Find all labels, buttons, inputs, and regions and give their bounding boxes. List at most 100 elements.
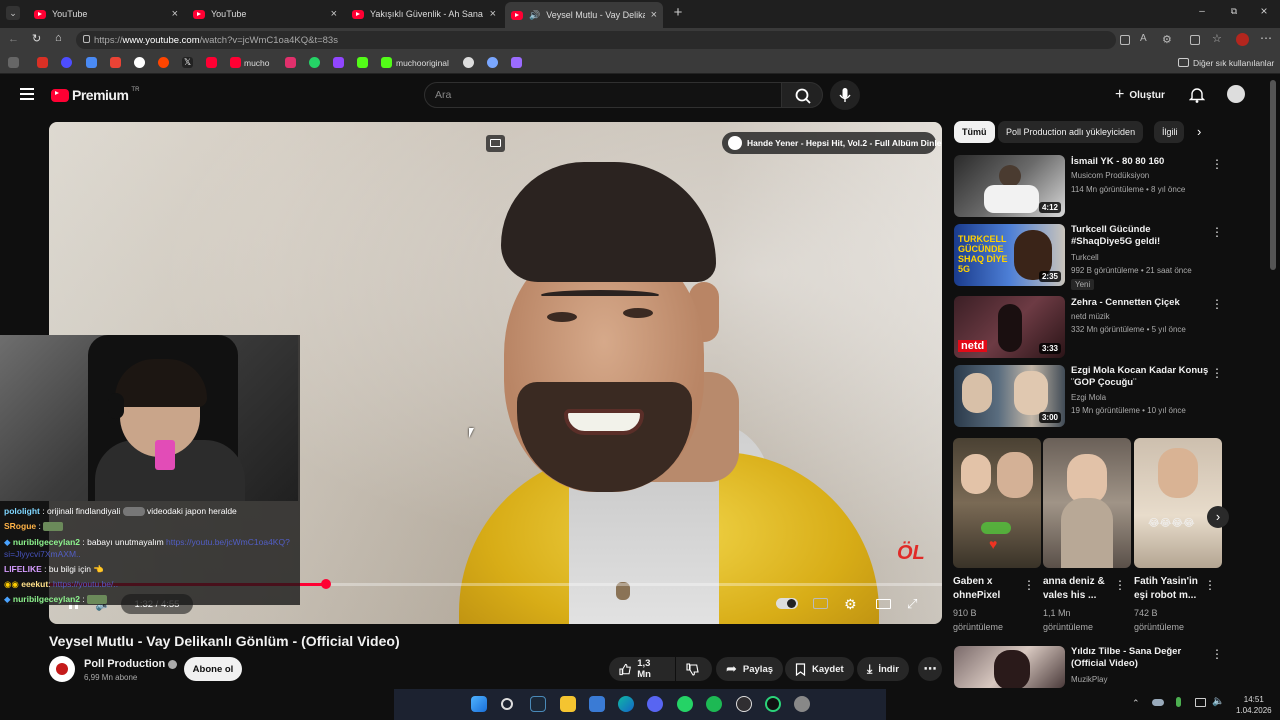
obs-icon[interactable] — [736, 696, 752, 712]
tab-veysel-mutlu[interactable]: 🔊 Veysel Mutlu - Vay Delikanlı G × — [505, 2, 663, 28]
notifications-bell-icon[interactable] — [1189, 86, 1205, 103]
more-actions-button[interactable]: ⋯ — [918, 657, 942, 681]
short-menu-icon[interactable]: ⋮ — [1114, 578, 1126, 592]
short-thumbnail[interactable] — [1043, 438, 1131, 568]
video-menu-icon[interactable]: ⋮ — [1211, 225, 1223, 239]
bookmark-app-icon[interactable] — [61, 57, 72, 68]
video-channel[interactable]: Ezgi Mola — [1071, 393, 1106, 402]
bookmark-translate-icon[interactable]: 𝕏 — [182, 57, 193, 68]
channel-avatar[interactable] — [49, 656, 75, 682]
video-menu-icon[interactable]: ⋮ — [1211, 647, 1223, 661]
address-bar[interactable]: https://www.youtube.com/watch?v=jcWmC1oa… — [76, 31, 1116, 49]
tab-yakisikli-guvenlik[interactable]: Yakışıklı Güvenlik - Ah Sana Vah Sa × — [346, 4, 502, 24]
bookmark-github-icon[interactable] — [463, 57, 474, 68]
tab-list-button[interactable]: ⌄ — [6, 6, 20, 20]
miniplayer-icon[interactable] — [486, 135, 505, 152]
bookmark-gmail-m-icon[interactable] — [110, 57, 121, 68]
chip-from-uploader[interactable]: Poll Production adlı yükleyiciden — [998, 121, 1144, 143]
short-title[interactable]: Gaben x ohnePixel — [953, 575, 1025, 603]
spotify-icon[interactable] — [706, 696, 722, 712]
share-button[interactable]: ➦ Paylaş — [716, 657, 784, 681]
short-thumbnail[interactable]: ♥ — [953, 438, 1041, 568]
save-button[interactable]: Kaydet — [785, 657, 854, 681]
bookmark-gmail-icon[interactable] — [37, 57, 48, 68]
video-channel[interactable]: Turkcell — [1071, 253, 1099, 262]
folder-icon[interactable] — [1178, 58, 1189, 67]
video-title[interactable]: Turkcell Gücünde #ShaqDiye5G geldi! — [1071, 224, 1211, 248]
video-title[interactable]: Yıldız Tilbe - Sana Değer (Official Vide… — [1071, 646, 1211, 670]
close-tab-icon[interactable]: × — [172, 8, 178, 20]
app-green-icon[interactable] — [765, 696, 781, 712]
video-menu-icon[interactable]: ⋮ — [1211, 297, 1223, 311]
subtitles-icon[interactable] — [812, 596, 830, 612]
search-button[interactable] — [781, 82, 823, 108]
search-input[interactable]: Ara — [424, 82, 782, 108]
bookmark-youtube-icon[interactable] — [206, 57, 217, 68]
bookmark-kick-icon[interactable] — [381, 57, 392, 68]
channel-name[interactable]: Poll Production — [84, 658, 178, 670]
video-channel[interactable]: netd müzik — [1071, 312, 1110, 321]
more-menu-icon[interactable]: ⋯ — [1260, 31, 1272, 45]
chat-link[interactable]: https://youtu.be/.. — [53, 579, 118, 589]
account-avatar[interactable] — [1227, 85, 1245, 103]
video-thumbnail[interactable]: netd 3:33 — [954, 296, 1065, 358]
chip-related[interactable]: İlgili — [1154, 121, 1184, 143]
close-window-button[interactable]: × — [1258, 4, 1270, 18]
bookmark-whatsapp-icon[interactable] — [309, 57, 320, 68]
reload-icon[interactable]: ↻ — [32, 32, 41, 45]
short-title[interactable]: Fatih Yasin'in eşi robot m... — [1134, 575, 1206, 603]
short-menu-icon[interactable]: ⋮ — [1204, 578, 1216, 592]
favorites-icon[interactable]: ☆ — [1212, 32, 1222, 45]
video-menu-icon[interactable]: ⋮ — [1211, 157, 1223, 171]
extensions-icon[interactable]: ⚙ — [1162, 33, 1172, 46]
theater-mode-icon[interactable] — [875, 596, 893, 612]
shorts-next-arrow[interactable]: › — [1207, 506, 1229, 528]
start-menu-icon[interactable] — [471, 696, 487, 712]
sidebar-toggle-icon[interactable] — [1190, 35, 1200, 45]
split-screen-icon[interactable] — [1120, 35, 1130, 45]
bookmark-chrome-icon[interactable] — [134, 57, 145, 68]
video-thumbnail[interactable]: 3:00 — [954, 365, 1065, 427]
tray-cloud-icon[interactable] — [1152, 699, 1164, 706]
speaker-icon[interactable]: 🔊 — [529, 10, 540, 21]
bookmark-app2-icon[interactable] — [357, 57, 368, 68]
fullscreen-icon[interactable]: ⤢ — [907, 596, 925, 612]
whatsapp-taskbar-icon[interactable] — [677, 696, 693, 712]
bookmark-reddit-icon[interactable] — [158, 57, 169, 68]
bookmark-reading-list-icon[interactable] — [8, 57, 19, 68]
bookmark-mucho-label[interactable]: mucho — [244, 58, 270, 68]
tray-display-icon[interactable] — [1195, 698, 1206, 707]
short-menu-icon[interactable]: ⋮ — [1023, 578, 1035, 592]
chips-next-arrow-icon[interactable]: › — [1197, 124, 1201, 139]
bookmark-muchooriginal-label[interactable]: muchooriginal — [396, 58, 449, 68]
video-thumbnail[interactable]: 4:12 — [954, 155, 1065, 217]
close-tab-icon[interactable]: × — [490, 8, 496, 20]
video-title[interactable]: Ezgi Mola Kocan Kadar Konuş ¨GOP Çocuğu¨ — [1071, 365, 1211, 389]
tab-youtube-1[interactable]: YouTube × — [28, 4, 184, 24]
close-tab-icon[interactable]: × — [651, 9, 657, 21]
steam-icon[interactable] — [530, 696, 546, 712]
discord-icon[interactable] — [647, 696, 663, 712]
youtube-logo[interactable]: Premium TR — [51, 87, 139, 103]
bookmark-app4-icon[interactable] — [511, 57, 522, 68]
restore-button[interactable]: ⧉ — [1228, 6, 1240, 18]
video-channel[interactable]: Musicom Prodüksiyon — [1071, 171, 1149, 180]
close-tab-icon[interactable]: × — [331, 8, 337, 20]
new-tab-button[interactable]: + — [670, 5, 686, 21]
profile-avatar-icon[interactable] — [1236, 33, 1249, 46]
lock-icon[interactable] — [83, 35, 90, 43]
dislike-button[interactable] — [676, 657, 712, 681]
bookmark-instagram-icon[interactable] — [285, 57, 296, 68]
download-button[interactable]: ⤓ İndir — [857, 657, 909, 681]
page-scrollbar[interactable] — [1270, 80, 1276, 270]
edge-icon[interactable] — [618, 696, 634, 712]
voice-search-button[interactable] — [830, 80, 860, 110]
home-icon[interactable]: ⌂ — [55, 32, 62, 44]
back-icon[interactable]: ← — [8, 33, 19, 45]
bookmark-app3-icon[interactable] — [487, 57, 498, 68]
tab-youtube-2[interactable]: YouTube × — [187, 4, 343, 24]
short-title[interactable]: anna deniz & vales his ... — [1043, 575, 1115, 603]
subscribe-button[interactable]: Abone ol — [184, 657, 242, 681]
video-thumbnail[interactable]: TURKCELL GÜCÜNDE SHAQ DİYE 5G 2:35 — [954, 224, 1065, 286]
like-button[interactable]: 1,3 Mn — [609, 657, 675, 681]
